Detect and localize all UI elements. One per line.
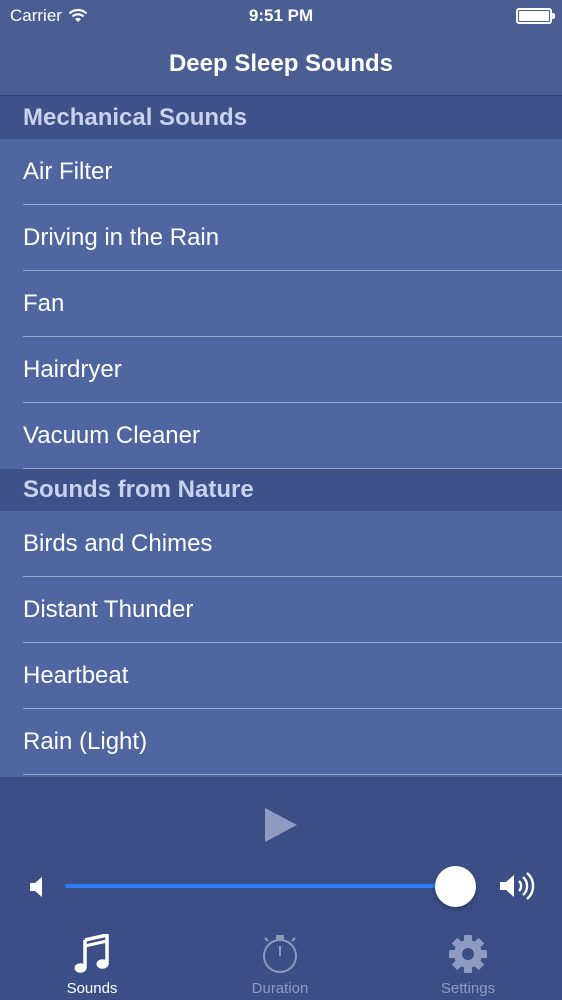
- sound-list[interactable]: Mechanical Sounds Air Filter Driving in …: [0, 97, 562, 777]
- list-item[interactable]: Air Filter: [0, 139, 562, 205]
- tab-bar: Sounds Duration Settings: [0, 932, 562, 1000]
- player-panel: Sounds Duration Settings: [0, 777, 562, 1000]
- volume-low-icon: [30, 877, 42, 897]
- battery-icon: [516, 8, 555, 24]
- list-item[interactable]: Heartbeat: [0, 643, 562, 709]
- tab-settings-label: Settings: [440, 980, 496, 997]
- tab-settings[interactable]: Settings: [398, 932, 538, 1000]
- status-bar: Carrier 9:51 PM: [0, 0, 562, 32]
- volume-control: [0, 865, 562, 909]
- page-title: Deep Sleep Sounds: [168, 49, 394, 77]
- volume-slider-track[interactable]: [65, 884, 456, 888]
- navigation-bar: Deep Sleep Sounds: [0, 32, 562, 96]
- tab-sounds-label: Sounds: [66, 980, 118, 997]
- volume-slider-thumb[interactable]: [435, 866, 477, 907]
- list-item[interactable]: Rain (Light): [0, 709, 562, 775]
- list-item[interactable]: Driving in the Rain: [0, 205, 562, 271]
- list-item[interactable]: Fan: [0, 271, 562, 337]
- status-time: 9:51 PM: [248, 6, 314, 25]
- music-note-icon: [72, 932, 112, 976]
- list-item[interactable]: Birds and Chimes: [0, 511, 562, 577]
- gear-icon: [448, 932, 488, 976]
- tab-duration-label: Duration: [251, 980, 309, 997]
- list-item[interactable]: Hairdryer: [0, 337, 562, 403]
- section-header-nature: Sounds from Nature: [0, 469, 562, 511]
- tab-duration[interactable]: Duration: [210, 932, 350, 1000]
- list-item[interactable]: Vacuum Cleaner: [0, 403, 562, 469]
- section-header-mechanical: Mechanical Sounds: [0, 97, 562, 139]
- stopwatch-icon: [260, 932, 300, 976]
- play-icon[interactable]: [264, 807, 298, 843]
- tab-sounds[interactable]: Sounds: [22, 932, 162, 1000]
- volume-high-icon: [500, 872, 535, 900]
- list-item[interactable]: Distant Thunder: [0, 577, 562, 643]
